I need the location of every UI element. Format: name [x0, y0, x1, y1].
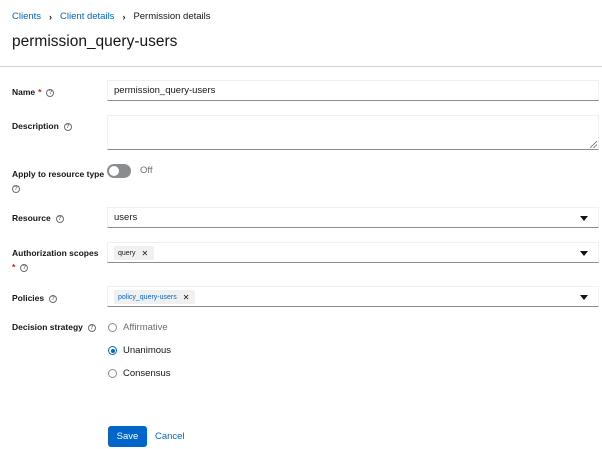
policies-label: Policies?: [12, 291, 58, 305]
scope-chip: query ✕: [114, 246, 155, 260]
radio-unanimous[interactable]: Unanimous: [108, 345, 171, 356]
help-icon[interactable]: ?: [46, 88, 55, 97]
radio-label: Consensus: [123, 368, 171, 379]
chevron-right-icon: ›: [122, 11, 126, 22]
radio-label: Affirmative: [123, 322, 168, 333]
cancel-button[interactable]: Cancel: [155, 426, 185, 447]
breadcrumb-client-details-link[interactable]: Client details: [60, 11, 114, 22]
page-title: permission_query-users: [12, 33, 178, 50]
name-input[interactable]: permission_query-users: [107, 80, 599, 101]
close-icon[interactable]: ✕: [142, 249, 149, 258]
radio-label: Unanimous: [123, 345, 172, 356]
breadcrumb: Clients › Client details › Permission de…: [12, 11, 211, 22]
chevron-right-icon: ›: [49, 11, 53, 22]
radio-button[interactable]: [108, 346, 117, 355]
authorization-scopes-label: Authorization scopes *?: [12, 248, 99, 272]
breadcrumb-clients-link[interactable]: Clients: [12, 11, 41, 22]
description-label: Description?: [12, 119, 72, 133]
radio-affirmative[interactable]: Affirmative: [108, 322, 168, 333]
policies-select[interactable]: policy_query-users ✕: [107, 286, 599, 307]
help-icon[interactable]: ?: [12, 184, 20, 193]
toggle-state-label: Off: [140, 165, 153, 176]
help-icon[interactable]: ?: [63, 122, 72, 131]
help-icon[interactable]: ?: [49, 294, 58, 303]
resource-select[interactable]: users: [107, 207, 599, 228]
breadcrumb-current: Permission details: [133, 11, 211, 22]
caret-down-icon[interactable]: [580, 216, 588, 221]
help-icon[interactable]: ?: [55, 214, 64, 223]
caret-down-icon[interactable]: [580, 251, 588, 256]
caret-down-icon[interactable]: [580, 295, 588, 300]
required-marker: *: [12, 262, 16, 272]
radio-consensus[interactable]: Consensus: [108, 368, 171, 379]
decision-strategy-label: Decision strategy?: [12, 320, 96, 334]
toggle-knob: [109, 166, 119, 176]
help-icon[interactable]: ?: [20, 263, 29, 272]
close-icon[interactable]: ✕: [183, 293, 190, 302]
radio-button[interactable]: [108, 323, 117, 332]
name-label: Name *?: [12, 85, 55, 99]
authorization-scopes-select[interactable]: query ✕: [107, 242, 599, 263]
save-button[interactable]: Save: [108, 426, 147, 447]
resource-select-value: users: [114, 212, 138, 223]
resource-label: Resource?: [12, 211, 64, 225]
resize-handle-icon[interactable]: [590, 141, 597, 148]
required-marker: *: [38, 87, 42, 97]
apply-resource-type-toggle[interactable]: [107, 164, 131, 178]
apply-resource-type-label: Apply to resource type?: [12, 169, 105, 193]
description-textarea[interactable]: [107, 115, 599, 150]
header-divider: [0, 66, 602, 67]
help-icon[interactable]: ?: [87, 323, 96, 332]
policy-chip[interactable]: policy_query-users ✕: [114, 290, 196, 304]
radio-button[interactable]: [108, 369, 117, 378]
